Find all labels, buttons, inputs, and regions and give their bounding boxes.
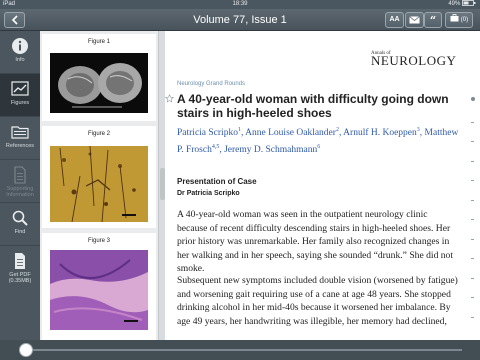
nav-label-get-pdf: Get PDF (0.35MB) (8, 272, 32, 284)
section-rail[interactable] (466, 31, 480, 340)
nav-label-figures: Figures (10, 100, 30, 106)
rail-marker[interactable] (471, 317, 474, 318)
figure-caption-2: Figure 2 (87, 131, 110, 137)
nav-item-find[interactable]: Find (0, 203, 40, 246)
figure-card-1[interactable]: Figure 1 (42, 34, 156, 121)
rail-marker[interactable] (471, 180, 474, 181)
rail-marker[interactable] (471, 161, 474, 162)
star-icon[interactable] (165, 94, 174, 103)
status-bar: iPad 18:39 49% (0, 0, 480, 9)
nav-item-get-pdf[interactable]: Get PDF (0.35MB) (0, 246, 40, 289)
rail-marker[interactable] (471, 297, 474, 298)
author-link[interactable]: , Anne Louise Oaklander (241, 128, 336, 138)
figure-2-image (50, 146, 148, 222)
figure-1-image (50, 53, 148, 113)
folder-icon (11, 126, 29, 139)
author-list: Patricia Scripko1, Anne Louise Oaklander… (177, 124, 462, 157)
journal-logo: NEUROLOGY (371, 53, 457, 68)
font-size-button[interactable]: AA (385, 12, 404, 28)
nav-label-references: References (5, 143, 35, 149)
figure-caption-1: Figure 1 (87, 39, 110, 45)
article-title: A 40-year-old woman with difficulty goin… (177, 92, 449, 120)
section-heading: Presentation of Case (177, 177, 257, 186)
author-affiliation: 6 (317, 143, 321, 150)
author-link[interactable]: Patricia Scripko (177, 128, 238, 138)
author-link[interactable]: , Matthew (420, 128, 459, 138)
clock: 18:39 (232, 1, 248, 7)
font-size-label: AA (389, 16, 400, 23)
nav-label-supporting-information: Supporting Information (6, 186, 34, 198)
body-paragraph: Subsequent new symptoms included double … (177, 275, 458, 327)
quote-icon: “ (429, 14, 437, 27)
author-link[interactable]: , Arnulf H. Koeppen (339, 128, 417, 138)
rail-marker[interactable] (471, 219, 474, 220)
rail-marker[interactable] (471, 141, 474, 142)
nav-item-supporting-information[interactable]: Supporting Information (0, 160, 40, 203)
email-button[interactable] (405, 12, 424, 28)
figure-3-image (50, 250, 148, 330)
saved-count: (0) (460, 17, 469, 23)
progress-slider-handle[interactable] (19, 343, 33, 357)
progress-track[interactable] (22, 349, 462, 351)
battery-indicator: 49% (448, 0, 476, 9)
reading-progress-bar (0, 340, 480, 360)
article-section: Neurology Grand Rounds (177, 81, 246, 87)
nav-label-find: Find (14, 229, 26, 235)
nav-item-info[interactable]: Info (0, 31, 40, 74)
back-button[interactable] (4, 12, 25, 28)
figures-panel: Figure 1 Figure 2 Figure 3 (40, 31, 158, 340)
title-bar: Volume 77, Issue 1 AA “ (0) (0, 9, 480, 31)
side-nav: Info Figures References Supporting Infor… (0, 31, 40, 340)
author-link[interactable]: P. Frosch (177, 145, 212, 155)
saved-articles-button[interactable]: (0) (445, 12, 473, 28)
chevron-left-icon (11, 15, 18, 25)
rail-marker[interactable] (471, 122, 474, 123)
nav-item-references[interactable]: References (0, 117, 40, 160)
briefcase-icon (450, 14, 459, 22)
rail-marker[interactable] (471, 258, 474, 259)
figure-card-2[interactable]: Figure 2 (42, 126, 156, 228)
panel-divider[interactable] (158, 31, 165, 340)
figure-caption-3: Figure 3 (87, 238, 110, 244)
figure-card-3[interactable]: Figure 3 (42, 233, 156, 340)
rail-marker[interactable] (471, 278, 474, 279)
nav-item-figures[interactable]: Figures (0, 74, 40, 117)
author-link[interactable]: , Jeremy D. Schmahmann (219, 145, 317, 155)
nav-label-info: Info (15, 57, 25, 63)
pdf-icon (15, 253, 25, 269)
search-icon (12, 210, 28, 226)
rail-current-marker[interactable] (471, 97, 475, 101)
battery-icon (462, 0, 476, 6)
body-paragraph: A 40-year-old woman was seen in the outp… (177, 209, 454, 274)
rail-marker[interactable] (471, 239, 474, 240)
article-pane: Annals of NEUROLOGY Neurology Grand Roun… (165, 31, 465, 340)
section-byline: Dr Patricia Scripko (177, 190, 240, 197)
envelope-icon (409, 16, 420, 24)
chart-icon (11, 81, 29, 96)
document-icon (14, 166, 26, 184)
info-icon (12, 38, 28, 54)
cite-button[interactable]: “ (424, 12, 442, 28)
rail-marker[interactable] (471, 200, 474, 201)
battery-percent: 49% (448, 1, 461, 7)
